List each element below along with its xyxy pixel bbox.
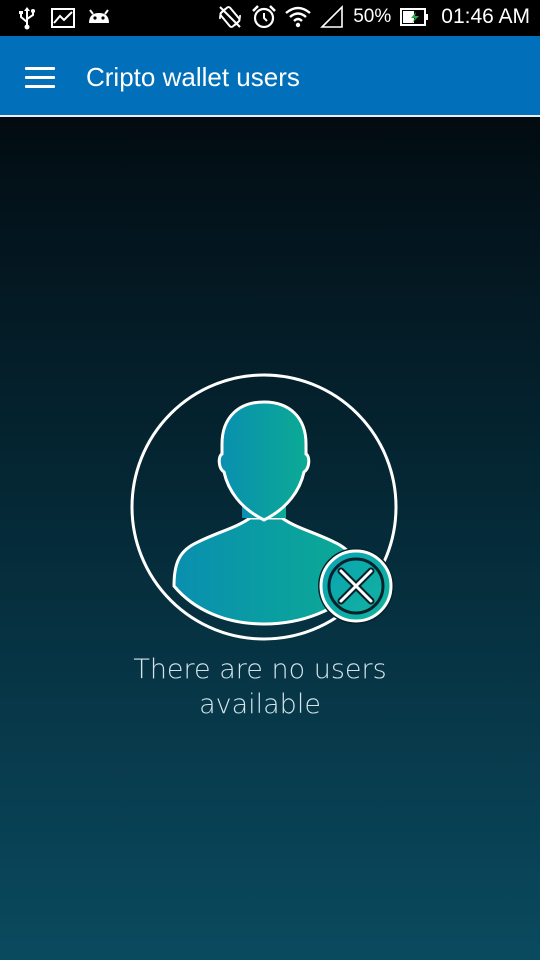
- signal-icon: [320, 5, 344, 28]
- user-removed-icon: [130, 373, 398, 641]
- remove-badge: [318, 548, 394, 624]
- alarm-icon: [252, 5, 277, 29]
- empty-message-line1: There are no users: [133, 654, 387, 685]
- battery-charging-icon: [400, 8, 429, 26]
- status-bar: 50% 01:46 AM: [0, 0, 540, 36]
- empty-message-line2: available: [199, 689, 321, 720]
- clock-time: 01:46 AM: [441, 5, 530, 28]
- rotate-icon: [219, 6, 242, 28]
- user-head: [217, 400, 311, 522]
- android-icon: [89, 9, 109, 23]
- hamburger-menu-icon[interactable]: [22, 60, 60, 94]
- chart-icon: [51, 8, 75, 28]
- wifi-icon: [285, 6, 312, 28]
- status-left-icons: [14, 5, 112, 31]
- battery-percent: 50%: [353, 6, 392, 27]
- page-title: Cripto wallet users: [86, 62, 300, 92]
- usb-icon: [19, 7, 35, 30]
- screen: 50% 01:46 AM Cripto wallet users There a…: [0, 0, 540, 960]
- app-bar: Cripto wallet users: [0, 36, 540, 117]
- empty-state-message: There are no users available: [70, 652, 450, 722]
- status-right-icons: 50% 01:46 AM: [217, 4, 530, 30]
